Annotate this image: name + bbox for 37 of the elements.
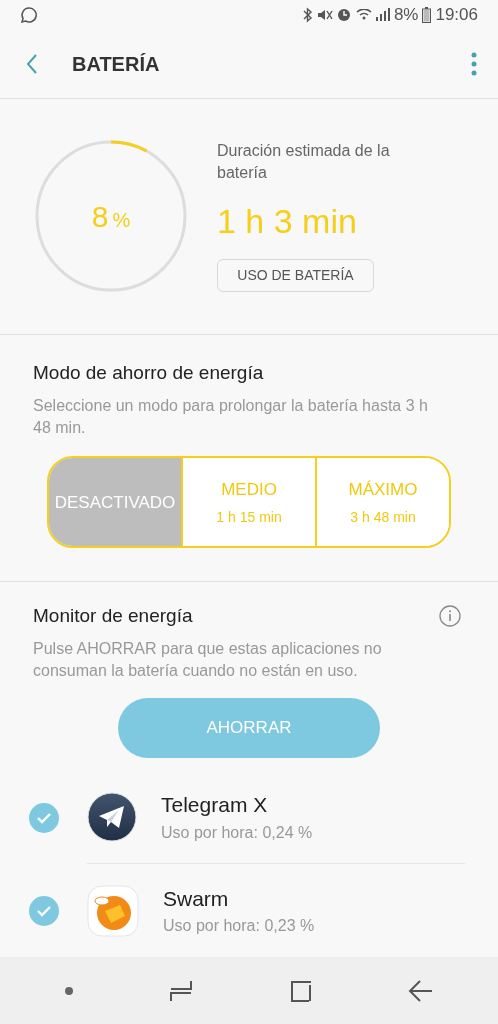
battery-icon [422, 6, 432, 23]
estimate-label: Duración estimada de la batería [217, 141, 391, 184]
save-button[interactable]: AHORRAR [118, 698, 380, 758]
wifi-icon [354, 8, 372, 21]
chat-bubble-icon [20, 5, 38, 24]
estimated-duration: 1 h 3 min [217, 201, 358, 243]
signal-icon [375, 7, 390, 22]
checkbox[interactable] [29, 895, 59, 926]
alarm-clock-icon [336, 7, 351, 22]
back-icon[interactable] [408, 978, 435, 1003]
mode-option[interactable]: MEDIO 1 h 15 min [181, 458, 315, 547]
mode-option[interactable]: MÁXIMO 3 h 48 min [315, 458, 449, 547]
recent-apps-icon[interactable] [169, 978, 194, 1003]
checkbox[interactable] [29, 802, 59, 833]
bluetooth-icon [301, 6, 313, 23]
mode-option[interactable]: DESACTIVADO [49, 458, 181, 547]
paper-plane-app-icon [87, 792, 137, 842]
app-usage: Uso por hora: 0,23 % [163, 916, 315, 937]
home-icon[interactable] [288, 978, 313, 1003]
section-description: Seleccione un modo para prolongar la batería hasta 3 h 48 min. [33, 396, 429, 439]
checkmark-icon [36, 904, 52, 917]
app-usage: Uso por hora: 0,24 % [161, 822, 313, 843]
info-icon[interactable] [439, 604, 461, 627]
battery-percent: 8% [393, 4, 419, 26]
section-title: Monitor de energía [33, 603, 193, 628]
battery-usage-button[interactable]: USO DE BATERÍA [217, 259, 374, 293]
checkmark-icon [36, 811, 52, 824]
page-title: BATERÍA [72, 51, 160, 77]
section-description: Pulse AHORRAR para que estas aplicaciones no consuman la batería cuando no están en uso. [33, 639, 383, 681]
bee-app-icon [87, 884, 139, 937]
app-name: Swarm [163, 885, 230, 912]
clock: 19:06 [435, 4, 478, 26]
app-name: Telegram X [161, 792, 269, 819]
dot-icon [63, 985, 74, 996]
more-options-icon[interactable] [470, 50, 478, 77]
section-title: Modo de ahorro de energía [33, 360, 265, 385]
battery-percentage: 8% [91, 198, 131, 235]
